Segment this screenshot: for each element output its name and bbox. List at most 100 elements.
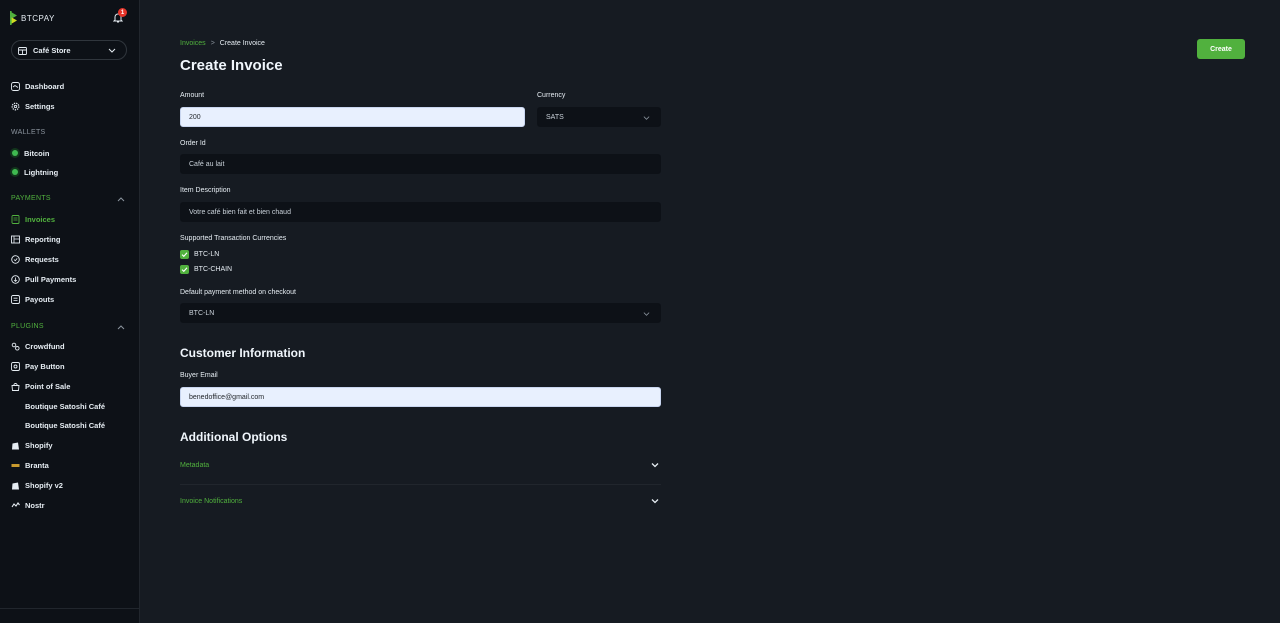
- buyer-email-value: benedoffice@gmail.com: [189, 393, 265, 401]
- point-of-sale-icon: [11, 382, 20, 391]
- divider: [180, 484, 661, 485]
- sidebar-item-label: Crowdfund: [25, 341, 65, 351]
- sidebar-item-label: Pay Button: [25, 361, 65, 371]
- branta-icon: [11, 463, 20, 467]
- gear-icon: [11, 102, 20, 110]
- sidebar: BTCPAY 1 Café Store Dashboard Settings W…: [0, 0, 140, 623]
- default-payment-method-label: Default payment method on checkout: [180, 289, 296, 296]
- invoice-icon: [11, 214, 20, 224]
- store-icon: [18, 46, 27, 55]
- breadcrumb-separator: >: [210, 40, 215, 47]
- status-dot-icon: [12, 150, 18, 156]
- currency-label: Currency: [537, 92, 566, 99]
- checkbox-label: BTC-LN: [194, 251, 220, 258]
- metadata-label: Metadata: [180, 461, 210, 469]
- sidebar-item-label: Pull Payments: [25, 274, 77, 284]
- sidebar-item-label: Shopify: [25, 440, 53, 450]
- sidebar-item-label: Branta: [25, 460, 49, 470]
- sidebar-item-boutique-2[interactable]: Boutique Satoshi Café: [25, 418, 105, 432]
- sidebar-item-boutique-1[interactable]: Boutique Satoshi Café: [25, 399, 105, 413]
- order-id-input[interactable]: Café au lait: [180, 154, 661, 174]
- page-title: Create Invoice: [180, 57, 283, 74]
- chevron-up-icon[interactable]: [117, 196, 125, 204]
- chevron-down-icon[interactable]: [651, 461, 659, 469]
- notification-badge: 1: [118, 8, 127, 17]
- sidebar-item-shopify[interactable]: Shopify: [11, 438, 53, 452]
- sidebar-item-requests[interactable]: Requests: [11, 252, 59, 266]
- sidebar-item-invoices[interactable]: Invoices: [11, 212, 55, 226]
- wallets-section-label: WALLETS: [11, 129, 46, 136]
- buyer-email-input[interactable]: benedoffice@gmail.com: [180, 387, 661, 407]
- pull-payments-icon: [11, 274, 20, 284]
- breadcrumb-current: Create Invoice: [219, 40, 265, 47]
- sidebar-item-label: Nostr: [25, 500, 45, 510]
- btcpay-logo-icon: [10, 11, 17, 25]
- plugins-section-label[interactable]: PLUGINS: [11, 323, 44, 330]
- reporting-icon: [11, 235, 20, 243]
- sidebar-item-pay-button[interactable]: Pay Button: [11, 359, 65, 373]
- dashboard-icon: [11, 81, 20, 91]
- store-selector[interactable]: Café Store: [11, 40, 127, 60]
- sidebar-item-nostr[interactable]: Nostr: [11, 498, 45, 512]
- sidebar-item-lightning[interactable]: Lightning: [11, 165, 58, 179]
- sidebar-divider: [0, 608, 139, 609]
- item-description-value: Votre café bien fait et bien chaud: [189, 208, 291, 216]
- sidebar-item-bitcoin[interactable]: Bitcoin: [11, 146, 49, 160]
- chevron-up-icon[interactable]: [117, 324, 125, 332]
- sidebar-item-pull-payments[interactable]: Pull Payments: [11, 272, 76, 286]
- chevron-down-icon: [108, 48, 116, 53]
- sidebar-item-crowdfund[interactable]: Crowdfund: [11, 339, 65, 353]
- crowdfund-icon: [11, 342, 20, 351]
- supported-currencies-label: Supported Transaction Currencies: [180, 235, 287, 242]
- sidebar-item-label: Requests: [25, 254, 59, 264]
- sidebar-item-reporting[interactable]: Reporting: [11, 232, 60, 246]
- chevron-down-icon: [643, 312, 650, 316]
- currency-select[interactable]: SATS: [537, 107, 661, 127]
- checkbox-checked-icon[interactable]: [180, 250, 189, 259]
- invoice-notifications-accordion[interactable]: Invoice Notifications: [180, 492, 661, 510]
- additional-options-title: Additional Options: [180, 430, 288, 444]
- sidebar-item-label: Point of Sale: [25, 381, 71, 391]
- sidebar-item-label: Bitcoin: [24, 148, 50, 158]
- sidebar-item-label: Boutique Satoshi Café: [25, 401, 106, 411]
- chevron-down-icon: [643, 116, 650, 120]
- sidebar-item-dashboard[interactable]: Dashboard: [11, 79, 64, 93]
- sidebar-item-point-of-sale[interactable]: Point of Sale: [11, 379, 70, 393]
- default-payment-method-select[interactable]: BTC-LN: [180, 303, 661, 323]
- btcpay-logo[interactable]: BTCPAY: [10, 11, 55, 25]
- sidebar-item-label: Settings: [25, 101, 55, 111]
- chevron-down-icon[interactable]: [651, 497, 659, 505]
- invoice-notifications-label: Invoice Notifications: [180, 497, 243, 505]
- checkbox-checked-icon[interactable]: [180, 265, 189, 274]
- sidebar-item-shopify-v2[interactable]: Shopify v2: [11, 478, 63, 492]
- item-description-label: Item Description: [180, 187, 231, 194]
- amount-input[interactable]: 200: [180, 107, 525, 127]
- sidebar-item-label: Lightning: [24, 167, 59, 177]
- payments-section-label[interactable]: PAYMENTS: [11, 195, 51, 202]
- order-id-value: Café au lait: [189, 160, 225, 168]
- order-id-label: Order Id: [180, 140, 206, 147]
- buyer-email-label: Buyer Email: [180, 372, 218, 379]
- amount-label: Amount: [180, 92, 205, 99]
- checkbox-btc-ln[interactable]: BTC-LN: [180, 250, 219, 259]
- customer-information-title: Customer Information: [180, 346, 306, 360]
- status-dot-icon: [12, 169, 18, 175]
- item-description-input[interactable]: Votre café bien fait et bien chaud: [180, 202, 661, 222]
- sidebar-item-branta[interactable]: Branta: [11, 458, 49, 472]
- sidebar-item-settings[interactable]: Settings: [11, 99, 55, 113]
- sidebar-item-payouts[interactable]: Payouts: [11, 292, 54, 306]
- checkbox-btc-chain[interactable]: BTC-CHAIN: [180, 265, 232, 274]
- logo-text: BTCPAY: [21, 13, 55, 23]
- sidebar-item-label: Shopify v2: [25, 480, 63, 490]
- sidebar-item-label: Dashboard: [25, 81, 65, 91]
- breadcrumb-invoices-link[interactable]: Invoices: [180, 40, 206, 47]
- nostr-icon: [11, 501, 20, 507]
- pay-button-icon: [11, 361, 20, 371]
- create-button[interactable]: Create: [1197, 39, 1245, 59]
- sidebar-item-label: Payouts: [25, 294, 55, 304]
- sidebar-item-label: Invoices: [25, 214, 56, 224]
- sidebar-item-label: Reporting: [25, 234, 61, 244]
- currency-value: SATS: [546, 113, 564, 121]
- default-payment-method-value: BTC-LN: [189, 309, 215, 317]
- metadata-accordion[interactable]: Metadata: [180, 456, 661, 474]
